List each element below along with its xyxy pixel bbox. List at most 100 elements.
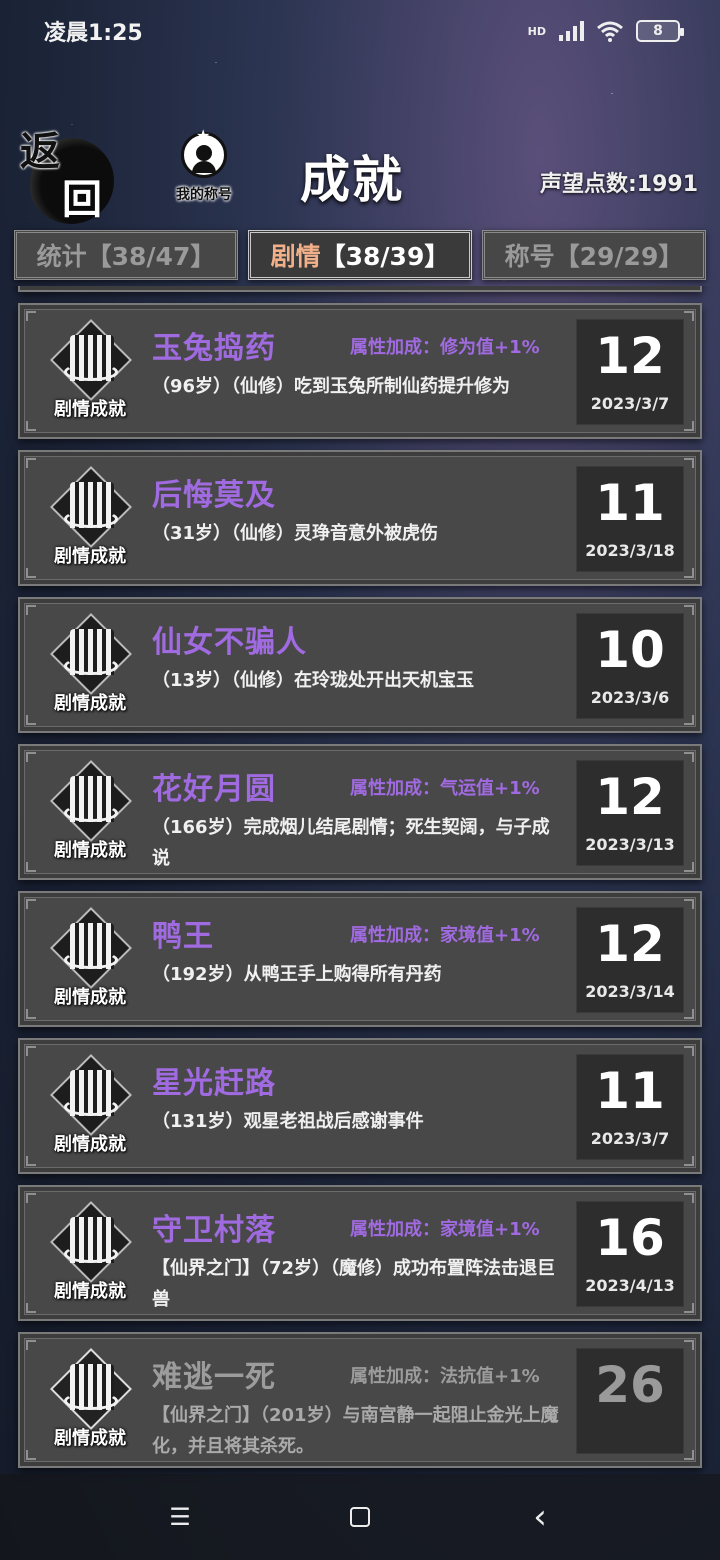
story-achievement-icon: 剧情成就 (40, 465, 140, 570)
reputation-points: 声望点数:1991 (539, 172, 698, 197)
achievement-name: 后悔莫及 (152, 478, 276, 513)
achievement-description: 【仙界之门】（201岁）与南宫静一起阻止金光上魔化，并且将其杀死。 (152, 1405, 559, 1457)
corner-ornament (26, 862, 36, 872)
corner-ornament (684, 899, 694, 909)
page-title: 成就 (300, 151, 404, 209)
achievement-score: 11 (595, 474, 665, 532)
corner-ornament (26, 605, 36, 615)
corner-ornament (684, 458, 694, 468)
tab-count: 【29/29】 (554, 242, 684, 271)
achievement-card[interactable]: 剧情成就 星光赶路 （131岁）观星老祖战后感谢事件 11 2023/3/7 (18, 1038, 702, 1174)
achievement-description: （31岁）（仙修）灵琤音意外被虎伤 (152, 523, 439, 544)
achievement-score: 12 (595, 768, 665, 826)
achievement-card[interactable]: 剧情成就 守卫村落 属性加成：家境值+1% 【仙界之门】（72岁）（魔修）成功布… (18, 1185, 702, 1321)
corner-ornament (26, 568, 36, 578)
tab-story[interactable]: 剧情 【38/39】 (248, 230, 472, 280)
status-bar: 凌晨1:25 HD 8 (0, 0, 720, 62)
tab-titles[interactable]: 称号 【29/29】 (482, 230, 706, 280)
status-icons: HD 8 (527, 20, 684, 42)
corner-ornament (26, 1303, 36, 1313)
achievement-card[interactable]: 剧情成就 难逃一死 属性加成：法抗值+1% 【仙界之门】（201岁）与南宫静一起… (18, 1332, 702, 1468)
corner-ornament (26, 1340, 36, 1350)
corner-ornament (26, 1193, 36, 1203)
achievement-bonus: 属性加成：法抗值+1% (350, 1366, 540, 1387)
achievement-bonus: 属性加成：气运值+1% (350, 778, 540, 799)
story-achievement-icon: 剧情成就 (40, 759, 140, 864)
achievement-description: （96岁）（仙修）吃到玉兔所制仙药提升修为 (152, 376, 511, 397)
badge-swirl (64, 804, 118, 822)
corner-ornament (26, 1009, 36, 1019)
corner-ornament (684, 752, 694, 762)
achievement-name: 仙女不骗人 (152, 625, 307, 660)
star-icon: ★ (196, 126, 211, 145)
score-box: 11 2023/3/7 (576, 1054, 684, 1160)
achievement-card[interactable]: 剧情成就 仙女不骗人 （13岁）（仙修）在玲珑处开出天机宝玉 10 2023/3… (18, 597, 702, 733)
badge-label: 剧情成就 (54, 987, 126, 1008)
back-nav-icon[interactable]: ‹ (510, 1497, 570, 1537)
story-achievement-icon: 剧情成就 (40, 318, 140, 423)
back-label-bottom: 回 (62, 176, 102, 223)
achievement-name: 花好月圆 (152, 772, 276, 807)
corner-ornament (684, 1046, 694, 1056)
story-achievement-icon: 剧情成就 (40, 1200, 140, 1305)
tab-label: 剧情 (270, 242, 321, 271)
badge-swirl (64, 951, 118, 969)
score-box: 12 2023/3/7 (576, 319, 684, 425)
my-titles-label: 我的称号 (176, 187, 232, 203)
achievement-name: 星光赶路 (152, 1066, 276, 1101)
tab-count: 【38/47】 (86, 242, 216, 271)
corner-ornament (684, 1009, 694, 1019)
badge-swirl (64, 363, 118, 381)
corner-ornament (684, 1450, 694, 1460)
corner-ornament (26, 715, 36, 725)
achievement-description: 【仙界之门】（72岁）（魔修）成功布置阵法击退巨兽 (152, 1258, 556, 1310)
achievement-card[interactable]: 剧情成就 花好月圆 属性加成：气运值+1% （166岁）完成烟儿结尾剧情；死生契… (18, 744, 702, 880)
corner-ornament (684, 605, 694, 615)
menu-icon[interactable]: ☰ (150, 1497, 210, 1537)
back-button[interactable]: 返 回 (16, 128, 116, 226)
corner-ornament (684, 568, 694, 578)
achievement-bonus: 属性加成：家境值+1% (350, 1219, 540, 1240)
badge-label: 剧情成就 (54, 546, 126, 567)
score-box: 16 2023/4/13 (576, 1201, 684, 1307)
badge-label: 剧情成就 (54, 399, 126, 420)
achievement-name: 鸭王 (152, 919, 214, 954)
badge-swirl (64, 1098, 118, 1116)
corner-ornament (684, 421, 694, 431)
status-time: 凌晨1:25 (44, 21, 143, 46)
achievement-name: 难逃一死 (152, 1360, 276, 1395)
achievement-card[interactable]: 剧情成就 后悔莫及 （31岁）（仙修）灵琤音意外被虎伤 11 2023/3/18 (18, 450, 702, 586)
story-achievement-icon: 剧情成就 (40, 612, 140, 717)
achievement-card[interactable]: 剧情成就 （93岁）（仙修）识破道玄企图 12 2023/3/14 (18, 286, 702, 292)
achievement-description: （131岁）观星老祖战后感谢事件 (152, 1111, 424, 1132)
achievement-name: 守卫村落 (152, 1213, 276, 1248)
achievement-description: （166岁）完成烟儿结尾剧情；死生契阔，与子成说 (152, 817, 550, 869)
achievement-date: 2023/3/14 (585, 982, 675, 1001)
tab-count: 【38/39】 (320, 242, 450, 271)
tab-bar: 统计 【38/47】 剧情 【38/39】 称号 【29/29】 (14, 230, 706, 280)
achievement-card[interactable]: 剧情成就 鸭王 属性加成：家境值+1% （192岁）从鸭王手上购得所有丹药 12… (18, 891, 702, 1027)
score-box: 12 2023/3/14 (576, 907, 684, 1013)
badge-label: 剧情成就 (54, 1428, 126, 1449)
corner-ornament (684, 1340, 694, 1350)
wifi-icon (597, 21, 623, 42)
my-titles-button[interactable]: ★ 我的称号 (164, 126, 244, 222)
score-box: 11 2023/3/18 (576, 466, 684, 572)
home-icon (350, 1507, 370, 1527)
system-nav-bar: ☰ ‹ (0, 1474, 720, 1560)
achievement-description: （13岁）（仙修）在玲珑处开出天机宝玉 (152, 670, 475, 691)
achievement-card[interactable]: 剧情成就 玉兔捣药 属性加成：修为值+1% （96岁）（仙修）吃到玉兔所制仙药提… (18, 303, 702, 439)
badge-swirl (64, 1245, 118, 1263)
home-button[interactable] (330, 1497, 390, 1537)
badge-label: 剧情成就 (54, 693, 126, 714)
signal-icon: HD (527, 24, 546, 38)
achievement-bonus: 属性加成：修为值+1% (350, 337, 540, 358)
achievement-list[interactable]: 剧情成就 （93岁）（仙修）识破道玄企图 12 2023/3/14 剧情成就 玉… (0, 286, 720, 1560)
tab-statistics[interactable]: 统计 【38/47】 (14, 230, 238, 280)
achievement-name: 玉兔捣药 (152, 331, 276, 366)
badge-swirl (64, 1392, 118, 1410)
badge-label: 剧情成就 (54, 1281, 126, 1302)
score-box: 12 2023/3/13 (576, 760, 684, 866)
achievement-date: 2023/3/7 (590, 1129, 670, 1148)
corner-ornament (684, 862, 694, 872)
